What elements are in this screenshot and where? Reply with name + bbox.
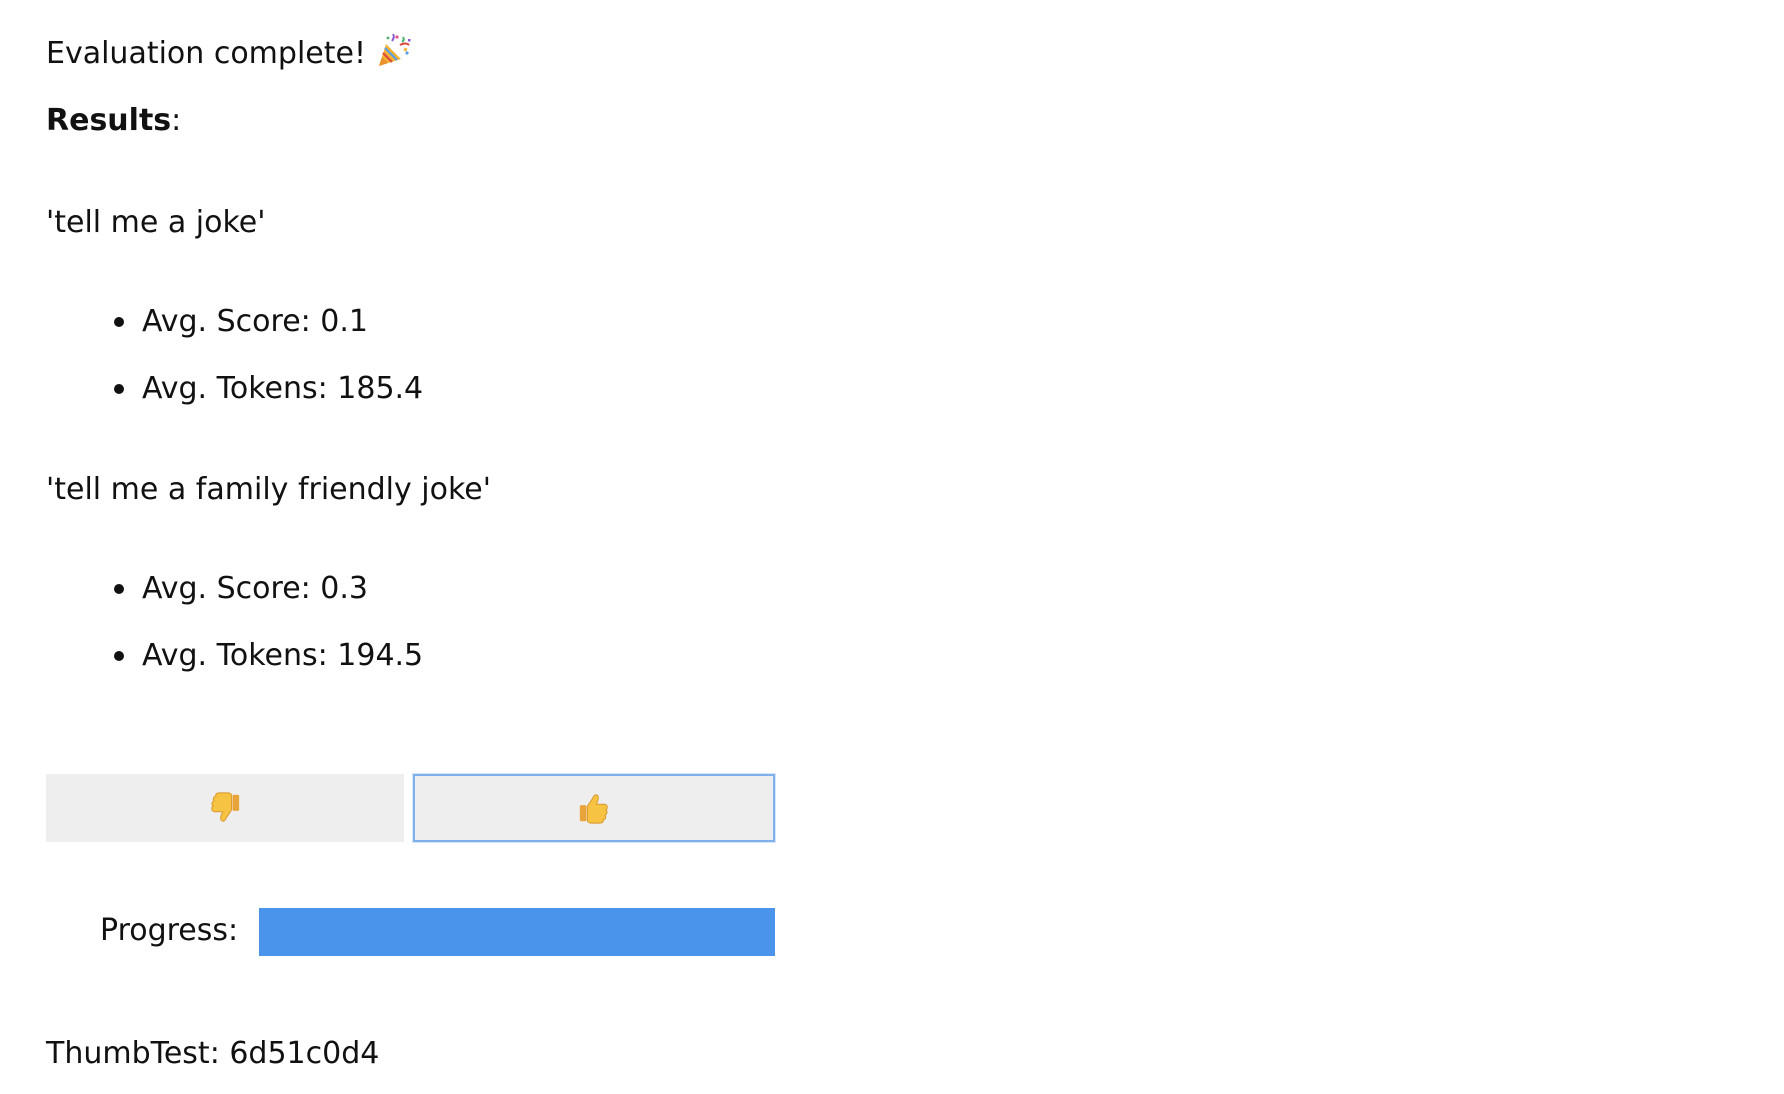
stat-avg-tokens: Avg. Tokens: 185.4 [142, 371, 424, 406]
thumbs-up-button[interactable] [413, 774, 775, 842]
thumbs-down-button[interactable] [46, 774, 404, 842]
progress-fill [259, 908, 775, 956]
bullet-dot [114, 584, 124, 594]
results-colon: : [171, 103, 182, 138]
prompt-title: 'tell me a joke' [46, 205, 266, 240]
status-title: Evaluation complete! [46, 36, 366, 71]
thumbs-down-icon [211, 792, 240, 822]
stat-avg-tokens: Avg. Tokens: 194.5 [142, 638, 424, 673]
stat-avg-score: Avg. Score: 0.1 [142, 304, 369, 339]
thumbtest-id: ThumbTest: 6d51c0d4 [46, 1036, 380, 1071]
results-label: Results [46, 103, 172, 138]
results-heading: Results: [46, 101, 181, 141]
party-popper-icon [378, 33, 411, 66]
prompt-title: 'tell me a family friendly joke' [46, 472, 492, 507]
status-message: Evaluation complete! [46, 33, 412, 74]
bullet-dot [114, 317, 124, 327]
thumbs-up-icon [579, 794, 608, 824]
progress-label: Progress: [100, 913, 239, 948]
bullet-dot [114, 651, 124, 661]
bullet-dot [114, 384, 124, 394]
stat-avg-score: Avg. Score: 0.3 [142, 571, 369, 606]
progress-bar [259, 908, 775, 956]
